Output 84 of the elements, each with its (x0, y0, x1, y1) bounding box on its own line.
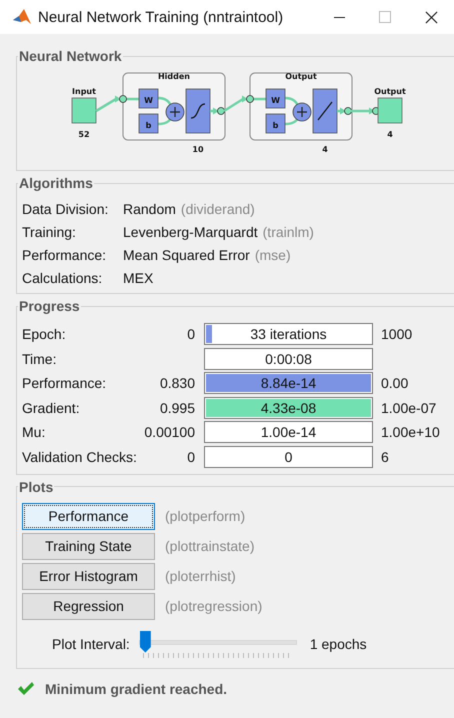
field-label: Training: (22, 223, 77, 241)
output-node (378, 98, 402, 124)
sum-icon (292, 102, 312, 122)
interval-slider[interactable] (138, 630, 297, 658)
weight-block (138, 88, 158, 108)
window-title: Neural Network Training (nntraintool) (38, 8, 284, 26)
input-label: Input (72, 87, 96, 96)
start-value: 0.00100 (143, 424, 196, 440)
checkmark-icon (17, 680, 35, 696)
panel-title: Algorithms (18, 175, 94, 191)
field-value: Mean Squared Error (123, 246, 250, 264)
end-value: 1.00e+10 (380, 424, 441, 440)
bias-block (138, 114, 158, 134)
close-icon (424, 10, 438, 24)
layer-title: Hidden (158, 72, 190, 81)
panel-title: Plots (18, 478, 54, 494)
connection-node (344, 107, 352, 115)
field-value: MEX (123, 269, 154, 287)
start-value: 0 (186, 448, 196, 464)
function-name: (ploterrhist) (165, 568, 236, 584)
end-value: 1.00e-07 (380, 400, 438, 416)
progress-value: 4.33e-08 (260, 400, 316, 416)
input-node (72, 98, 96, 124)
connector-line (284, 117, 300, 126)
input-size: 52 (78, 130, 90, 139)
progress-value: 8.84e-14 (260, 375, 316, 391)
field-label: Performance: (22, 246, 108, 264)
connector-line (284, 96, 300, 106)
layer-size: 10 (192, 145, 204, 154)
panel-title: Neural Network (18, 48, 123, 64)
function-name: (plotregression) (165, 598, 262, 614)
bias-block (266, 114, 286, 134)
bias-label: b (272, 121, 278, 130)
function-name: (mse) (254, 246, 291, 264)
connector-arrow (95, 96, 121, 112)
field-label: Validation Checks: (22, 448, 138, 464)
weight-block (266, 88, 286, 108)
panel-title: Progress (18, 298, 81, 314)
slider-label: Plot Interval: (52, 636, 130, 652)
slider-value: 1 epochs (310, 636, 367, 652)
function-name: (plottrainstate) (165, 538, 254, 554)
end-value: 1000 (380, 326, 414, 342)
start-value: 0.830 (158, 375, 196, 391)
function-name: (plotperform) (165, 508, 246, 524)
field-label: Time: (22, 350, 58, 366)
connector-line (158, 117, 172, 126)
output-label: Output (374, 87, 406, 96)
function-name: (dividerand) (180, 200, 255, 218)
transfer-block (312, 88, 338, 134)
connection-node (119, 95, 127, 103)
connector-arrow (351, 108, 375, 114)
plot-button[interactable]: Error Histogram (22, 562, 155, 590)
start-value: 0.995 (158, 400, 196, 416)
status-message: Minimum gradient reached. (45, 680, 228, 696)
start-value: 0 (186, 326, 196, 342)
plot-button[interactable]: Regression (22, 592, 155, 620)
field-label: Mu: (22, 424, 46, 440)
connection-node (246, 95, 254, 103)
function-name: (trainlm) (262, 223, 314, 241)
connector-line (158, 96, 172, 106)
layer-size: 4 (322, 145, 328, 154)
field-label: Gradient: (22, 400, 81, 416)
progress-value: 33 iterations (250, 326, 327, 342)
end-value: 0.00 (380, 375, 410, 391)
bias-label: b (146, 121, 152, 130)
transfer-block (186, 88, 210, 134)
field-label: Epoch: (22, 326, 67, 342)
field-label: Data Division: (22, 200, 110, 218)
weight-label: W (144, 96, 153, 105)
connector-arrow (223, 96, 248, 112)
field-label: Calculations: (22, 269, 104, 287)
field-value: Levenberg-Marquardt (123, 223, 258, 241)
plot-button[interactable]: Training State (22, 532, 155, 560)
plot-button[interactable]: Performance (22, 502, 155, 530)
connection-node (217, 107, 225, 115)
field-value: Random (123, 200, 176, 218)
app-logo-icon (12, 7, 32, 27)
output-size: 4 (387, 130, 393, 139)
slider-thumb[interactable] (140, 630, 151, 652)
field-label: Performance: (22, 375, 108, 391)
layer-title: Output (285, 72, 317, 81)
weight-label: W (271, 96, 280, 105)
end-value: 6 (380, 448, 390, 464)
sum-icon (166, 102, 184, 122)
